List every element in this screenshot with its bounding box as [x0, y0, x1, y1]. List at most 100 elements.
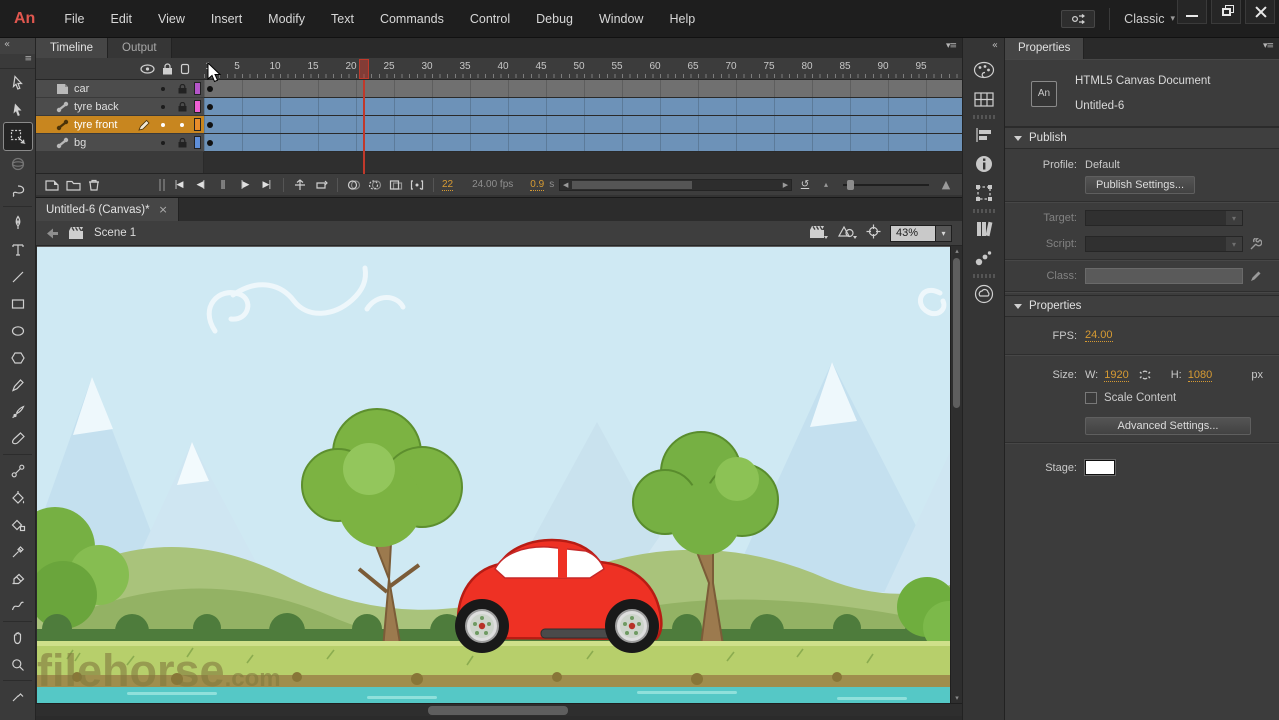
timeline-zoom-slider[interactable] [843, 184, 929, 186]
layer-lock-cell[interactable] [175, 123, 189, 127]
link-broken-icon[interactable] [1137, 368, 1153, 382]
library-panel-icon[interactable] [971, 216, 997, 242]
layer-row-tyre-back[interactable]: tyre back [36, 98, 962, 116]
expand-panels-icon[interactable]: « [963, 38, 1004, 54]
layer-lock-cell[interactable] [175, 102, 189, 112]
timeline-scroll-thumb[interactable] [572, 181, 692, 189]
text-tool[interactable] [4, 236, 32, 263]
layer-row-car[interactable]: car [36, 80, 962, 98]
step-forward-button[interactable]: |▶ [236, 180, 253, 190]
panel-grip[interactable] [973, 274, 995, 278]
polystar-tool[interactable] [4, 344, 32, 371]
scroll-right-icon[interactable]: ▶ [780, 181, 791, 189]
horizontal-scroll-thumb[interactable] [428, 706, 568, 715]
frame-track[interactable] [204, 116, 962, 134]
document-tab[interactable]: Untitled-6 (Canvas)* × [36, 198, 179, 221]
stage-canvas[interactable]: filehorse.com [37, 246, 950, 703]
menu-insert[interactable]: Insert [198, 0, 255, 38]
elapsed-time-value[interactable]: 0.9 [530, 179, 544, 191]
new-folder-button[interactable] [65, 176, 81, 194]
menu-edit[interactable]: Edit [97, 0, 145, 38]
workspace-icon[interactable] [1061, 10, 1095, 28]
restore-button[interactable] [1211, 0, 1241, 24]
new-layer-button[interactable] [44, 176, 60, 194]
script-dropdown[interactable]: ▾ [1085, 236, 1243, 252]
layer-outline-swatch[interactable] [194, 100, 201, 113]
pen-tool[interactable] [4, 209, 32, 236]
menu-text[interactable]: Text [318, 0, 367, 38]
step-back-button[interactable]: ◀| [192, 180, 209, 190]
menu-help[interactable]: Help [656, 0, 708, 38]
zoom-slider-handle[interactable] [847, 180, 854, 190]
publish-section-header[interactable]: Publish [1005, 127, 1279, 149]
panel-grip[interactable] [973, 209, 995, 213]
free-transform-tool[interactable] [4, 123, 32, 150]
timeline-panel-menu-icon[interactable]: ▾≡ [946, 41, 956, 51]
frame-ruler[interactable]: 1 5 10 15 20 25 30 35 40 45 50 55 60 65 … [204, 58, 962, 79]
center-stage-icon[interactable] [866, 224, 881, 242]
outline-all-icon[interactable] [180, 63, 190, 75]
center-frame-button[interactable] [292, 176, 308, 194]
paint-bucket-tool[interactable] [4, 484, 32, 511]
back-arrow-icon[interactable] [46, 228, 59, 239]
frame-track[interactable] [204, 80, 962, 98]
lasso-tool[interactable] [4, 177, 32, 204]
go-first-frame-button[interactable]: |◀ [170, 180, 187, 190]
layer-visibility-cell[interactable] [156, 87, 170, 91]
brush-library-panel-icon[interactable] [971, 245, 997, 271]
close-button[interactable] [1245, 0, 1275, 24]
timeline-scrollbar[interactable]: ◀ ▶ [559, 179, 792, 191]
swatches-panel-icon[interactable] [971, 86, 997, 112]
class-pencil-icon[interactable] [1250, 270, 1262, 282]
selection-tool[interactable] [4, 69, 32, 96]
3d-rotation-tool[interactable] [4, 150, 32, 177]
rectangle-tool[interactable] [4, 290, 32, 317]
modify-markers-button[interactable] [409, 176, 425, 194]
height-value[interactable]: 1080 [1188, 369, 1212, 382]
menu-window[interactable]: Window [586, 0, 656, 38]
frame-track[interactable] [204, 134, 962, 152]
color-panel-icon[interactable] [971, 57, 997, 83]
eraser-tool[interactable] [4, 565, 32, 592]
fps-value[interactable]: 24.00 [1085, 329, 1113, 342]
paint-brush-tool[interactable] [4, 398, 32, 425]
properties-panel-menu-icon[interactable]: ▾≡ [1263, 41, 1273, 51]
loop-button[interactable] [313, 176, 329, 194]
edit-scene-button[interactable] [809, 224, 828, 242]
layer-visibility-cell[interactable] [156, 141, 170, 145]
eyedropper-tool[interactable] [4, 538, 32, 565]
properties-section-header[interactable]: Properties [1005, 295, 1279, 317]
scene-breadcrumb[interactable]: Scene 1 [94, 227, 136, 239]
vertical-scrollbar[interactable]: ▴ ▾ [950, 246, 962, 703]
pause-button[interactable]: || [214, 180, 231, 190]
layer-lock-cell[interactable] [175, 138, 189, 148]
menu-file[interactable]: File [51, 0, 97, 38]
reset-timeline-zoom-button[interactable]: ↺ [797, 176, 813, 194]
menu-control[interactable]: Control [457, 0, 523, 38]
menu-debug[interactable]: Debug [523, 0, 586, 38]
scale-content-checkbox[interactable] [1085, 392, 1097, 404]
minimize-button[interactable] [1177, 0, 1207, 24]
layer-visibility-cell[interactable] [156, 123, 170, 127]
target-dropdown[interactable]: ▾ [1085, 210, 1243, 226]
delete-layer-button[interactable] [86, 176, 102, 194]
onion-skin-outlines-button[interactable] [367, 176, 383, 194]
zoom-dropdown-icon[interactable]: ▾ [936, 225, 952, 242]
layer-outline-swatch[interactable] [194, 82, 201, 95]
show-hide-all-icon[interactable] [140, 64, 155, 74]
onion-skin-button[interactable] [346, 176, 362, 194]
ink-bottle-tool[interactable] [4, 511, 32, 538]
bone-tool[interactable] [4, 457, 32, 484]
layer-row-tyre-front[interactable]: tyre front [36, 116, 962, 134]
controls-grip[interactable] [159, 179, 165, 191]
width-tool[interactable] [4, 592, 32, 619]
menu-commands[interactable]: Commands [367, 0, 457, 38]
align-panel-icon[interactable] [971, 122, 997, 148]
subselection-tool[interactable] [4, 96, 32, 123]
workspace-switcher[interactable]: Classic [1124, 12, 1164, 26]
width-value[interactable]: 1920 [1104, 369, 1128, 382]
current-frame-field[interactable]: 22 [442, 179, 453, 191]
panel-grip[interactable] [973, 115, 995, 119]
zoom-tool[interactable] [4, 651, 32, 678]
scroll-left-icon[interactable]: ◀ [560, 181, 571, 189]
